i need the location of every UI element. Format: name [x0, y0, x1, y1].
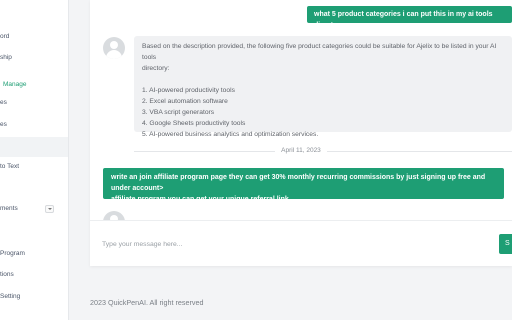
sidebar-item-setting[interactable]: Setting [0, 289, 68, 305]
avatar [103, 37, 125, 59]
sidebar-item-membership[interactable]: ship [0, 50, 68, 66]
message-input[interactable] [102, 235, 482, 253]
sidebar-item-documents[interactable]: ments [0, 201, 68, 217]
sidebar-item-transactions[interactable]: tions [0, 267, 68, 283]
footer-copyright: 2023 QuickPenAI. All right reserved [90, 298, 204, 307]
sidebar-item-label: Program [0, 250, 25, 257]
send-button-label: S [505, 240, 510, 247]
sidebar-section-manage: Manage [0, 77, 68, 93]
sidebar-item-label: tions [0, 271, 14, 278]
chat-panel: what 5 product categories i can put this… [90, 0, 512, 266]
avatar-head [110, 41, 118, 49]
sidebar-item-affiliate-program[interactable]: Program [0, 246, 68, 262]
date-separator: April 11, 2023 [90, 146, 512, 156]
chevron-down-icon[interactable] [45, 205, 54, 213]
assistant-intro-line: directory: [142, 65, 170, 72]
list-item: 4. Google Sheets productivity tools [142, 120, 246, 127]
sidebar-item-speech-to-text[interactable]: to Text [0, 159, 68, 175]
avatar-body [106, 50, 122, 59]
sidebar-item-templates[interactable]: es [0, 95, 68, 111]
sidebar-item-label: ord [0, 33, 10, 40]
user-message-bubble: write an join affiliate program page the… [103, 168, 504, 203]
user-message-text: write an join affiliate program page the… [111, 174, 486, 192]
user-message-bubble: what 5 product categories i can put this… [307, 6, 512, 29]
message-composer: S [90, 220, 512, 266]
date-label: April 11, 2023 [275, 147, 327, 154]
list-item: 1. AI-powered productivity tools [142, 87, 235, 94]
list-item: 3. VBA script generators [142, 109, 215, 116]
user-message-text: affiliate program you can get your uniqu… [111, 196, 289, 203]
sidebar: ord ship Manage es es to Text ments Prog… [0, 0, 69, 320]
sidebar-item-images[interactable]: es [0, 117, 68, 133]
sidebar-section-label: Manage [3, 81, 27, 88]
sidebar-item-label: ments [0, 205, 18, 212]
sidebar-item-label: to Text [0, 163, 20, 170]
list-item: 5. AI-powered business analytics and opt… [142, 131, 319, 138]
sidebar-item-label: es [0, 99, 7, 106]
sidebar-item-label: ship [0, 54, 12, 61]
list-item: 2. Excel automation software [142, 98, 228, 105]
sidebar-item-dashboard[interactable]: ord [0, 29, 68, 45]
sidebar-item-label: Setting [0, 293, 21, 300]
send-button[interactable]: S [499, 234, 512, 254]
sidebar-item-chat-active[interactable] [0, 137, 68, 157]
user-message-text: what 5 product categories i can put this… [314, 11, 493, 29]
assistant-intro-line: Based on the description provided, the f… [142, 43, 497, 61]
assistant-message-bubble: Based on the description provided, the f… [134, 36, 512, 138]
sidebar-item-label: es [0, 121, 7, 128]
